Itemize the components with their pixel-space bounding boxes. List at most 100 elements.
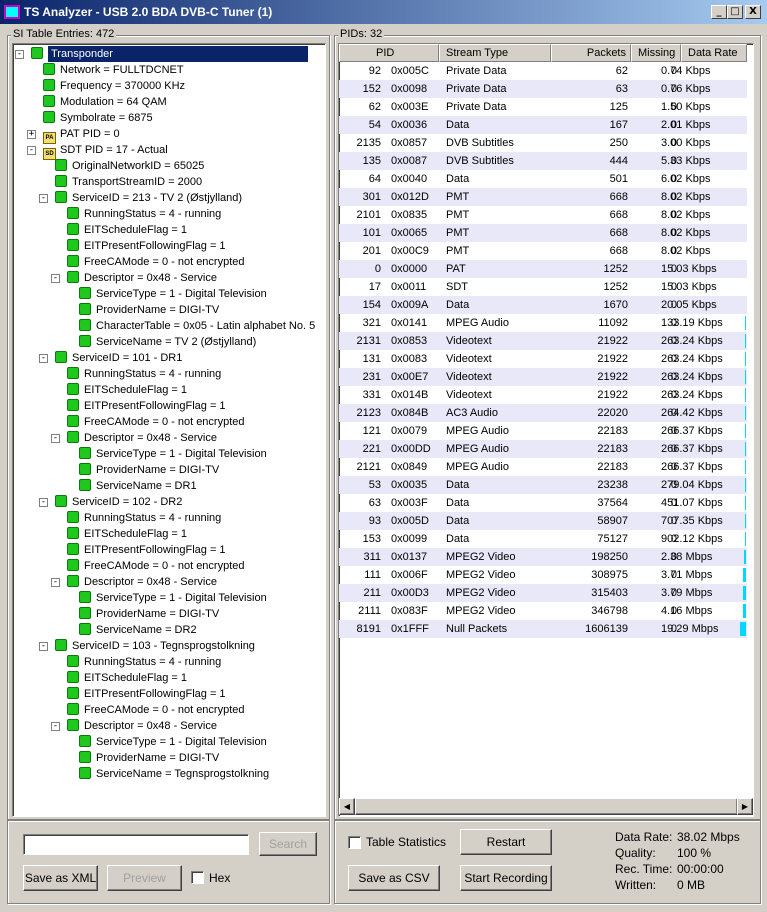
close-button[interactable]: X (745, 5, 761, 19)
collapse-icon[interactable]: - (51, 578, 60, 587)
table-row[interactable]: 2101 0x0835 PMT 668 0 8.02 Kbps (339, 206, 747, 224)
tree-node[interactable]: Frequency = 370000 KHz (43, 78, 185, 94)
tree-node[interactable]: Network = FULLTDCNET (43, 62, 184, 78)
collapse-icon[interactable]: - (39, 498, 48, 507)
tree-node[interactable]: FreeCAMode = 0 - not encrypted (67, 702, 245, 718)
minimize-button[interactable]: _ (711, 5, 727, 19)
tree-node[interactable]: ServiceType = 1 - Digital Television (79, 734, 267, 750)
si-tree[interactable]: - Transponder Network = FULLTDCNET Frequenc… (12, 43, 326, 817)
tree-node[interactable]: ServiceName = DR1 (79, 478, 197, 494)
table-row[interactable]: 93 0x005D Data 58907 0 707.35 Kbps (339, 512, 747, 530)
table-row[interactable]: 62 0x003E Private Data 125 0 1.50 Kbps (339, 98, 747, 116)
tree-node[interactable]: ServiceName = DR2 (79, 622, 197, 638)
table-row[interactable]: 331 0x014B Videotext 21922 0 263.24 Kbps (339, 386, 747, 404)
tree-node[interactable]: EITScheduleFlag = 1 (67, 222, 187, 238)
table-row[interactable]: 2121 0x0849 MPEG Audio 22183 0 266.37 Kbps (339, 458, 747, 476)
table-row[interactable]: 152 0x0098 Private Data 63 0 0.76 Kbps (339, 80, 747, 98)
table-row[interactable]: 111 0x006F MPEG2 Video 308975 0 3.71 Mbps (339, 566, 747, 584)
table-row[interactable]: 8191 0x1FFF Null Packets 1606139 0 19.29 Mbps (339, 620, 747, 638)
table-row[interactable]: 101 0x0065 PMT 668 0 8.02 Kbps (339, 224, 747, 242)
tree-node[interactable]: RunningStatus = 4 - running (67, 510, 221, 526)
save-as-csv-button[interactable]: Save as CSV (348, 865, 440, 891)
collapse-icon[interactable]: - (51, 434, 60, 443)
search-button[interactable]: Search (259, 832, 317, 856)
table-row[interactable]: 311 0x0137 MPEG2 Video 198250 0 2.38 Mbps (339, 548, 747, 566)
tree-node[interactable]: EITPresentFollowingFlag = 1 (67, 398, 226, 414)
tree-node[interactable]: EITPresentFollowingFlag = 1 (67, 238, 226, 254)
preview-button[interactable]: Preview (107, 865, 182, 891)
tree-node[interactable]: Symbolrate = 6875 (43, 110, 153, 126)
tree-node[interactable]: EITScheduleFlag = 1 (67, 670, 187, 686)
table-row[interactable]: 17 0x0011 SDT 1252 0 15.03 Kbps (339, 278, 747, 296)
tree-node[interactable]: ProviderName = DIGI-TV (79, 462, 219, 478)
collapse-icon[interactable]: - (39, 642, 48, 651)
tree-node[interactable]: TransportStreamID = 2000 (55, 174, 202, 190)
table-row[interactable]: 53 0x0035 Data 23238 0 279.04 Kbps (339, 476, 747, 494)
table-row[interactable]: 0 0x0000 PAT 1252 0 15.03 Kbps (339, 260, 747, 278)
tree-node[interactable]: CharacterTable = 0x05 - Latin alphabet N… (79, 318, 315, 334)
table-row[interactable]: 135 0x0087 DVB Subtitles 444 0 5.33 Kbps (339, 152, 747, 170)
tree-node[interactable]: RunningStatus = 4 - running (67, 366, 221, 382)
tree-node[interactable]: ServiceID = 103 - Tegnsprogstolkning (55, 638, 255, 654)
table-row[interactable]: 64 0x0040 Data 501 0 6.02 Kbps (339, 170, 747, 188)
tree-node[interactable]: FreeCAMode = 0 - not encrypted (67, 254, 245, 270)
collapse-icon[interactable]: - (39, 354, 48, 363)
tree-node[interactable]: ServiceType = 1 - Digital Television (79, 286, 267, 302)
column-header[interactable]: Missing (631, 44, 681, 62)
tree-node[interactable]: EITPresentFollowingFlag = 1 (67, 686, 226, 702)
column-header[interactable]: Packets (551, 44, 631, 62)
table-row[interactable]: 121 0x0079 MPEG Audio 22183 0 266.37 Kbps (339, 422, 747, 440)
restart-button[interactable]: Restart (460, 829, 552, 855)
table-row[interactable]: 92 0x005C Private Data 62 0 0.74 Kbps (339, 62, 747, 80)
tree-node[interactable]: PA PAT PID = 0 (43, 126, 120, 144)
tree-node[interactable]: Descriptor = 0x48 - Service (67, 430, 217, 446)
table-row[interactable]: 201 0x00C9 PMT 668 0 8.02 Kbps (339, 242, 747, 260)
table-row[interactable]: 2123 0x084B AC3 Audio 22020 0 264.42 Kbps (339, 404, 747, 422)
column-header[interactable]: Data Rate (681, 44, 747, 62)
table-row[interactable]: 131 0x0083 Videotext 21922 0 263.24 Kbps (339, 350, 747, 368)
tree-node[interactable]: ServiceType = 1 - Digital Television (79, 446, 267, 462)
table-row[interactable]: 2111 0x083F MPEG2 Video 346798 0 4.16 Mbps (339, 602, 747, 620)
table-row[interactable]: 211 0x00D3 MPEG2 Video 315403 0 3.79 Mbps (339, 584, 747, 602)
tree-node[interactable]: Descriptor = 0x48 - Service (67, 270, 217, 286)
tree-node[interactable]: ServiceType = 1 - Digital Television (79, 590, 267, 606)
table-statistics-checkbox[interactable] (348, 836, 361, 849)
column-header[interactable]: Stream Type (439, 44, 551, 62)
expand-icon[interactable]: + (27, 130, 36, 139)
tree-node[interactable]: EITScheduleFlag = 1 (67, 382, 187, 398)
table-row[interactable]: 321 0x0141 MPEG Audio 11092 0 133.19 Kbps (339, 314, 747, 332)
tree-node[interactable]: ServiceID = 101 - DR1 (55, 350, 182, 366)
collapse-icon[interactable]: - (39, 194, 48, 203)
tree-node[interactable]: Descriptor = 0x48 - Service (67, 574, 217, 590)
table-row[interactable]: 54 0x0036 Data 167 0 2.01 Kbps (339, 116, 747, 134)
tree-node[interactable]: ServiceName = TV 2 (Østjylland) (79, 334, 256, 350)
horizontal-scrollbar[interactable]: ◀ ▶ (339, 798, 753, 815)
scroll-left-icon[interactable]: ◀ (339, 798, 355, 815)
collapse-icon[interactable]: - (51, 274, 60, 283)
table-row[interactable]: 2135 0x0857 DVB Subtitles 250 0 3.00 Kbps (339, 134, 747, 152)
tree-node[interactable]: EITScheduleFlag = 1 (67, 526, 187, 542)
table-row[interactable]: 154 0x009A Data 1670 0 20.05 Kbps (339, 296, 747, 314)
tree-node[interactable]: ProviderName = DIGI-TV (79, 750, 219, 766)
table-row[interactable]: 63 0x003F Data 37564 0 451.07 Kbps (339, 494, 747, 512)
scroll-right-icon[interactable]: ▶ (737, 798, 753, 815)
tree-node[interactable]: Descriptor = 0x48 - Service (67, 718, 217, 734)
tree-node[interactable]: ServiceID = 102 - DR2 (55, 494, 182, 510)
collapse-icon[interactable]: - (27, 146, 36, 155)
tree-node[interactable]: FreeCAMode = 0 - not encrypted (67, 414, 245, 430)
tree-node[interactable]: ProviderName = DIGI-TV (79, 302, 219, 318)
table-row[interactable]: 231 0x00E7 Videotext 21922 0 263.24 Kbps (339, 368, 747, 386)
tree-node[interactable]: FreeCAMode = 0 - not encrypted (67, 558, 245, 574)
tree-node[interactable]: EITPresentFollowingFlag = 1 (67, 542, 226, 558)
tree-node[interactable]: SD SDT PID = 17 - Actual (43, 142, 168, 160)
scroll-thumb[interactable] (355, 798, 738, 815)
tree-node[interactable]: ProviderName = DIGI-TV (79, 606, 219, 622)
tree-node[interactable]: OriginalNetworkID = 65025 (55, 158, 204, 174)
table-row[interactable]: 153 0x0099 Data 75127 0 902.12 Kbps (339, 530, 747, 548)
column-header[interactable]: PID (339, 44, 439, 62)
tree-node[interactable]: ServiceID = 213 - TV 2 (Østjylland) (55, 190, 242, 206)
hex-checkbox[interactable] (191, 871, 204, 884)
pid-table[interactable]: PID Stream Type Packets Missing Data Rate 92… (338, 43, 754, 817)
tree-node[interactable]: Modulation = 64 QAM (43, 94, 167, 110)
collapse-icon[interactable]: - (51, 722, 60, 731)
